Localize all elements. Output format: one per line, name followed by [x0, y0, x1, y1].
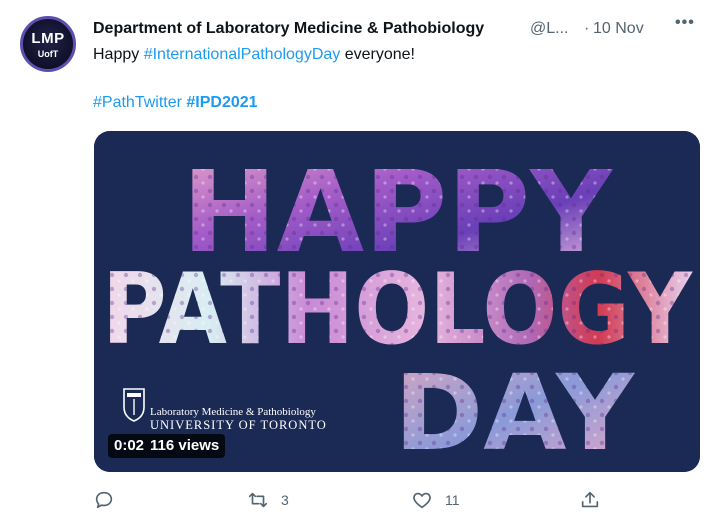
logo-text-university: UNIVERSITY OF TORONTO: [150, 418, 327, 432]
reply-button[interactable]: [93, 486, 127, 514]
retweet-icon: [248, 492, 268, 508]
video-media[interactable]: HAPPY HAPPY PATHOLOGY PATHOLOGY DAY DAY …: [94, 131, 700, 472]
hashtag-internationalpathologyday[interactable]: #InternationalPathologyDay: [144, 46, 341, 63]
avatar-text-lmp: LMP: [31, 30, 65, 47]
tweet-header: Department of Laboratory Medicine & Path…: [93, 14, 694, 42]
separator-dot: ·: [584, 20, 590, 37]
share-icon: [581, 491, 599, 508]
avatar-text-uoft: UofT: [37, 49, 59, 59]
user-handle[interactable]: @L...: [530, 20, 568, 38]
like-count: 11: [445, 492, 460, 508]
display-name[interactable]: Department of Laboratory Medicine & Path…: [93, 20, 484, 38]
video-info-badge: 0:02 116 views: [108, 434, 226, 458]
reply-icon: [95, 491, 113, 509]
tweet-date[interactable]: 10 Nov: [593, 20, 644, 38]
heart-icon: [413, 492, 431, 509]
retweet-button[interactable]: 3: [247, 486, 289, 514]
like-button[interactable]: 11: [411, 486, 460, 514]
tweet-text-line1: Happy #InternationalPathologyDay everyon…: [93, 46, 415, 64]
hashtag-ipd2021[interactable]: #IPD2021: [186, 94, 257, 111]
image-text-pathology-texture: PATHOLOGY: [102, 253, 693, 367]
tweet-text-suffix: everyone!: [340, 46, 415, 63]
avatar[interactable]: LMP UofT: [20, 16, 76, 72]
more-options-icon[interactable]: •••: [675, 14, 701, 40]
logo-text-department: Laboratory Medicine & Pathobiology: [150, 406, 316, 418]
tweet-text-line2: #PathTwitter #IPD2021: [93, 94, 258, 112]
video-views: 116 views: [150, 437, 220, 454]
share-button[interactable]: [579, 486, 601, 514]
retweet-count: 3: [281, 492, 289, 508]
image-text-day-texture: DAY: [394, 352, 636, 472]
hashtag-pathtwitter[interactable]: #PathTwitter: [93, 94, 182, 111]
tweet-text-prefix: Happy: [93, 46, 144, 63]
video-frame: HAPPY HAPPY PATHOLOGY PATHOLOGY DAY DAY …: [94, 131, 700, 472]
tweet-actions: 3 11: [93, 486, 613, 514]
video-time: 0:02: [114, 437, 145, 454]
